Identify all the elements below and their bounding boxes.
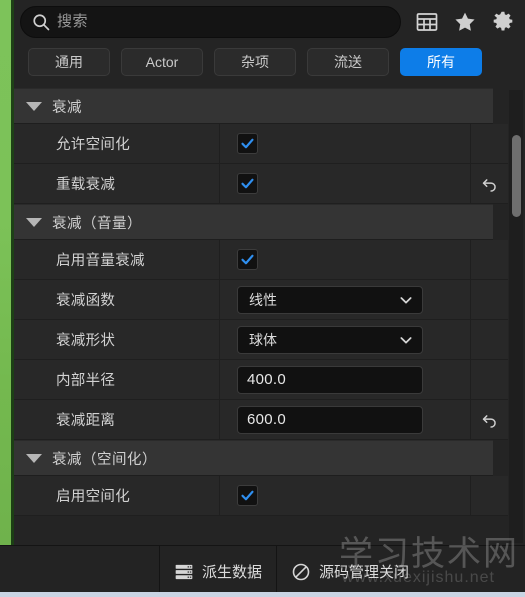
property-label: 内部半径 bbox=[56, 373, 116, 389]
property-reset-cell bbox=[470, 240, 508, 279]
reset-arrow-icon[interactable] bbox=[480, 174, 499, 193]
property-row-enable-spatialization[interactable]: 启用空间化 bbox=[14, 476, 508, 516]
property-list: 衰减 允许空间化 重载衰减 衰减（音量） 启用音量衰减 衰减函数 线性 衰减形状… bbox=[14, 88, 525, 516]
status-label: 源码管理关闭 bbox=[319, 564, 410, 581]
checkbox-allow-spatialization[interactable] bbox=[237, 133, 258, 154]
property-label: 允许空间化 bbox=[56, 137, 130, 153]
chevron-down-icon[interactable] bbox=[26, 101, 42, 111]
filter-tabs: 通用 Actor 杂项 流送 所有 bbox=[28, 47, 515, 77]
table-grid-icon[interactable] bbox=[415, 10, 439, 34]
tab-all[interactable]: 所有 bbox=[400, 48, 482, 76]
property-label: 重载衰减 bbox=[56, 177, 116, 193]
reset-arrow-icon[interactable] bbox=[480, 410, 499, 429]
section-header-attenuation[interactable]: 衰减 bbox=[14, 88, 493, 124]
section-header-attenuation-spatialization[interactable]: 衰减（空间化） bbox=[14, 440, 493, 476]
property-list-scroll-area[interactable]: 衰减 允许空间化 重载衰减 衰减（音量） 启用音量衰减 衰减函数 线性 衰减形状… bbox=[14, 88, 525, 545]
status-item-source-control[interactable]: 源码管理关闭 bbox=[277, 546, 423, 597]
tab-streaming[interactable]: 流送 bbox=[307, 48, 389, 76]
property-value bbox=[219, 124, 470, 163]
chevron-down-icon[interactable] bbox=[26, 217, 42, 227]
property-reset-cell bbox=[470, 124, 508, 163]
property-row-allow-spatialization[interactable]: 允许空间化 bbox=[14, 124, 508, 164]
property-reset-cell bbox=[470, 476, 508, 515]
property-row-falloff-distance[interactable]: 衰减距离 600.0 bbox=[14, 400, 508, 440]
input-value: 600.0 bbox=[247, 411, 287, 428]
property-value bbox=[219, 476, 470, 515]
header-icon-group bbox=[415, 10, 519, 34]
details-panel: 搜索 通用 Actor 杂项 流送 所有 衰减 允许空间化 重载衰减 衰减（音量… bbox=[14, 0, 525, 545]
dropdown-selected-value: 线性 bbox=[249, 291, 277, 308]
tab-general[interactable]: 通用 bbox=[28, 48, 110, 76]
property-value: 球体 bbox=[219, 320, 470, 359]
no-entry-icon bbox=[291, 562, 311, 582]
gear-icon[interactable] bbox=[491, 10, 515, 34]
status-item-derived-data[interactable]: 派生数据 bbox=[160, 546, 276, 597]
property-reset-cell bbox=[470, 360, 508, 399]
checkbox-enable-spatialization[interactable] bbox=[237, 485, 258, 506]
property-reset-cell bbox=[470, 164, 508, 203]
property-label: 启用音量衰减 bbox=[56, 253, 145, 269]
property-row-attenuation-function[interactable]: 衰减函数 线性 bbox=[14, 280, 508, 320]
details-panel-window: 搜索 通用 Actor 杂项 流送 所有 衰减 允许空间化 重载衰减 衰减（音量… bbox=[0, 0, 525, 597]
search-input[interactable]: 搜索 bbox=[20, 6, 401, 38]
search-placeholder: 搜索 bbox=[57, 13, 89, 30]
panel-header: 搜索 通用 Actor 杂项 流送 所有 bbox=[14, 0, 525, 88]
property-row-inner-radius[interactable]: 内部半径 400.0 bbox=[14, 360, 508, 400]
dropdown-attenuation-shape[interactable]: 球体 bbox=[237, 325, 423, 354]
property-value: 600.0 bbox=[219, 400, 470, 439]
input-falloff-distance[interactable]: 600.0 bbox=[237, 405, 423, 434]
section-header-attenuation-volume[interactable]: 衰减（音量） bbox=[14, 204, 493, 240]
property-row-override-attenuation[interactable]: 重载衰减 bbox=[14, 164, 508, 204]
property-row-attenuation-shape[interactable]: 衰减形状 球体 bbox=[14, 320, 508, 360]
property-value bbox=[219, 240, 470, 279]
property-label: 启用空间化 bbox=[56, 489, 130, 505]
property-reset-cell bbox=[470, 400, 508, 439]
star-icon[interactable] bbox=[453, 10, 477, 34]
input-inner-radius[interactable]: 400.0 bbox=[237, 365, 423, 394]
checkbox-enable-volume-attenuation[interactable] bbox=[237, 249, 258, 270]
scrollbar-thumb[interactable] bbox=[512, 135, 521, 217]
status-bar: 派生数据 源码管理关闭 bbox=[0, 545, 525, 597]
section-title: 衰减（空间化） bbox=[52, 451, 157, 468]
property-label: 衰减函数 bbox=[56, 293, 116, 309]
property-reset-cell bbox=[470, 320, 508, 359]
vertical-scrollbar[interactable] bbox=[509, 90, 523, 543]
viewport-edge-strip bbox=[0, 0, 14, 545]
tab-actor[interactable]: Actor bbox=[121, 48, 203, 76]
property-row-enable-volume-attenuation[interactable]: 启用音量衰减 bbox=[14, 240, 508, 280]
chevron-down-icon bbox=[398, 332, 414, 348]
status-label: 派生数据 bbox=[202, 564, 263, 581]
dropdown-attenuation-function[interactable]: 线性 bbox=[237, 285, 423, 314]
chevron-down-icon bbox=[398, 292, 414, 308]
checkbox-override-attenuation[interactable] bbox=[237, 173, 258, 194]
property-label: 衰减距离 bbox=[56, 413, 116, 429]
tab-misc[interactable]: 杂项 bbox=[214, 48, 296, 76]
property-value: 400.0 bbox=[219, 360, 470, 399]
property-value: 线性 bbox=[219, 280, 470, 319]
window-bottom-edge bbox=[0, 592, 525, 597]
database-stack-icon bbox=[174, 562, 194, 582]
input-value: 400.0 bbox=[247, 371, 287, 388]
status-bar-left-spacer bbox=[0, 546, 160, 597]
property-value bbox=[219, 164, 470, 203]
section-title: 衰减（音量） bbox=[52, 215, 142, 232]
chevron-down-icon[interactable] bbox=[26, 453, 42, 463]
property-label: 衰减形状 bbox=[56, 333, 116, 349]
search-row: 搜索 bbox=[20, 5, 519, 39]
dropdown-selected-value: 球体 bbox=[249, 331, 277, 348]
property-reset-cell bbox=[470, 280, 508, 319]
search-icon bbox=[31, 12, 51, 32]
section-title: 衰减 bbox=[52, 99, 82, 116]
